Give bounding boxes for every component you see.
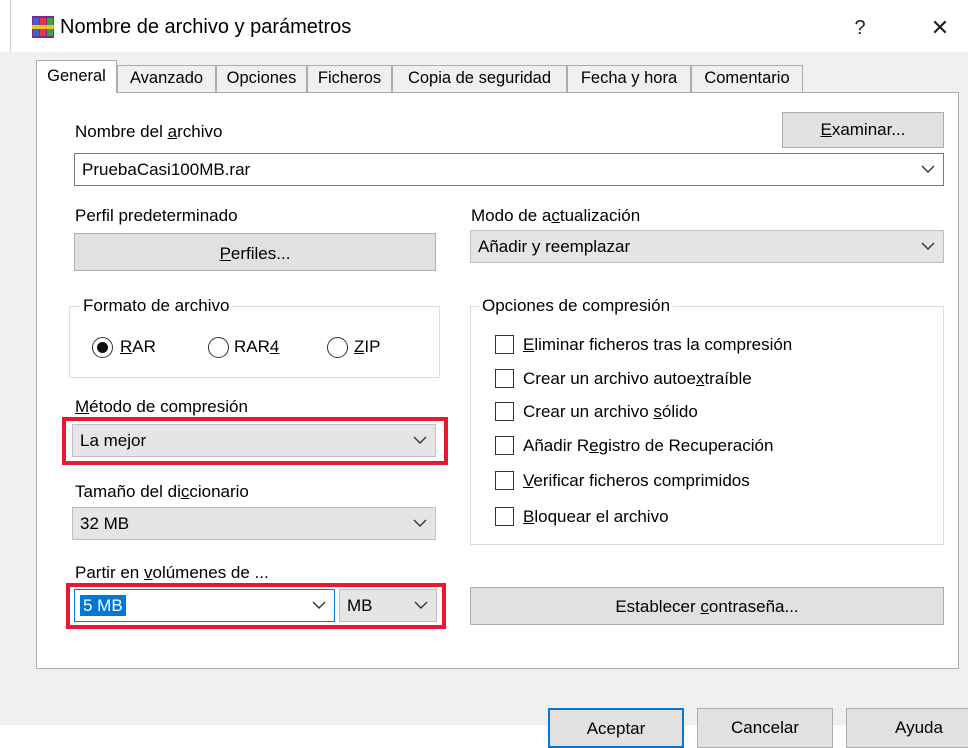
ok-button[interactable]: Aceptar [548, 708, 684, 748]
split-unit-value: MB [347, 596, 373, 615]
update-mode-value: Añadir y reemplazar [478, 237, 631, 256]
split-unit-select[interactable]: MB [339, 589, 437, 622]
split-volumes-value[interactable]: 5 MB [80, 595, 126, 616]
archive-format-title: Formato de archivo [80, 296, 233, 316]
winrar-icon [32, 16, 54, 38]
tab-general[interactable]: General [36, 60, 117, 93]
chevron-down-icon [312, 601, 326, 609]
checkbox-solid-label[interactable]: Crear un archivo sólido [523, 402, 698, 422]
tab-ficheros[interactable]: Ficheros [307, 65, 392, 92]
checkbox-delete-files[interactable] [495, 335, 514, 354]
dictionary-size-value: 32 MB [80, 514, 130, 533]
checkbox-verify-label[interactable]: Verificar ficheros comprimidos [523, 471, 750, 491]
radio-zip-label[interactable]: ZIP [354, 337, 380, 357]
radio-rar4[interactable] [208, 337, 229, 358]
checkbox-recovery-record-label[interactable]: Añadir Registro de Recuperación [523, 436, 773, 456]
dictionary-size-select[interactable]: 32 MB [72, 507, 436, 540]
chevron-down-icon [921, 165, 935, 173]
help-title-button[interactable]: ? [840, 10, 880, 46]
checkbox-delete-files-label[interactable]: Eliminar ficheros tras la compresión [523, 335, 792, 355]
chevron-down-icon [413, 519, 427, 527]
chevron-down-icon [921, 242, 935, 250]
checkbox-recovery-record[interactable] [495, 436, 514, 455]
checkbox-sfx-label[interactable]: Crear un archivo autoextraíble [523, 369, 752, 389]
chevron-down-icon [413, 436, 427, 444]
window-title: Nombre de archivo y parámetros [60, 16, 352, 38]
split-volumes-label: Partir en volúmenes de ... [75, 563, 269, 582]
profile-label: Perfil predeterminado [75, 206, 238, 225]
archive-name-combobox[interactable]: PruebaCasi100MB.rar [74, 153, 944, 186]
tab-opciones[interactable]: Opciones [216, 65, 307, 92]
compression-method-select[interactable]: La mejor [72, 424, 436, 457]
compression-options-title: Opciones de compresión [479, 296, 674, 316]
profiles-button[interactable]: Perfiles... [74, 233, 436, 271]
radio-rar[interactable] [92, 337, 113, 358]
radio-rar4-label[interactable]: RAR4 [234, 337, 279, 357]
split-volumes-combobox[interactable]: 5 MB [74, 589, 335, 622]
chevron-down-icon [414, 601, 428, 609]
browse-button[interactable]: Examinar... [782, 112, 944, 148]
dictionary-size-label: Tamaño del diccionario [75, 482, 249, 501]
archive-name-value: PruebaCasi100MB.rar [82, 160, 251, 179]
checkbox-solid[interactable] [495, 402, 514, 421]
cancel-button[interactable]: Cancelar [697, 708, 833, 748]
set-password-button[interactable]: Establecer contraseña... [470, 587, 944, 625]
update-mode-select[interactable]: Añadir y reemplazar [470, 230, 944, 263]
archive-name-label: Nombre del archivo [75, 122, 223, 141]
tab-fecha-y-hora[interactable]: Fecha y hora [567, 65, 691, 92]
checkbox-verify[interactable] [495, 471, 514, 490]
tab-avanzado[interactable]: Avanzado [117, 65, 216, 92]
radio-rar-label[interactable]: RAR [120, 337, 156, 357]
help-button[interactable]: Ayuda [846, 708, 968, 748]
checkbox-lock[interactable] [495, 507, 514, 526]
tab-comentario[interactable]: Comentario [691, 65, 803, 92]
compression-method-value: La mejor [80, 431, 147, 450]
checkbox-lock-label[interactable]: Bloquear el archivo [523, 507, 669, 527]
radio-zip[interactable] [327, 337, 348, 358]
close-button[interactable]: ✕ [920, 10, 960, 46]
tab-copia-de-seguridad[interactable]: Copia de seguridad [392, 65, 567, 92]
radio-selected-dot [97, 342, 108, 353]
checkbox-sfx[interactable] [495, 369, 514, 388]
update-mode-label: Modo de actualización [471, 206, 641, 225]
compression-method-label: Método de compresión [75, 397, 248, 416]
